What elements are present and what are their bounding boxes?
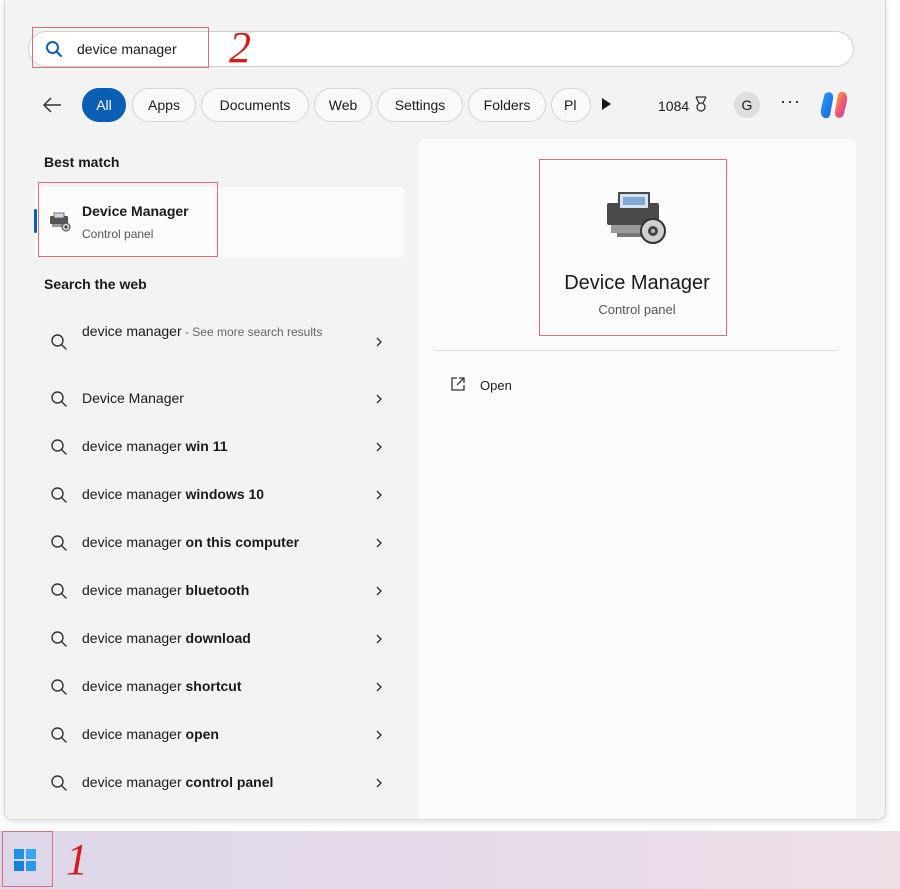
tab-all[interactable]: All bbox=[82, 88, 126, 122]
web-result-text: device manager open bbox=[82, 726, 219, 742]
web-result-bold: on this computer bbox=[185, 534, 300, 550]
annotation-box-start bbox=[2, 831, 53, 887]
chevron-right-icon bbox=[374, 334, 384, 350]
web-result-plain: device manager bbox=[82, 534, 186, 550]
tab-folders[interactable]: Folders bbox=[468, 88, 546, 122]
web-result-plain: device manager bbox=[82, 630, 186, 646]
web-result-plain: device manager bbox=[82, 438, 186, 454]
tab-web[interactable]: Web bbox=[314, 88, 372, 122]
web-result-bold: control panel bbox=[185, 774, 274, 790]
web-result-plain: device manager bbox=[82, 582, 186, 598]
chevron-right-icon bbox=[374, 487, 384, 503]
web-result-item[interactable]: device manager download bbox=[34, 617, 404, 661]
web-result-item[interactable]: device manager windows 10 bbox=[34, 473, 404, 517]
web-result-bold: bluetooth bbox=[185, 582, 250, 598]
annotation-box-search bbox=[32, 27, 209, 68]
web-result-bold: windows 10 bbox=[185, 486, 265, 502]
chevron-right-icon bbox=[374, 631, 384, 647]
chevron-right-icon bbox=[374, 727, 384, 743]
web-result-bold: open bbox=[185, 726, 219, 742]
web-result-bold: download bbox=[185, 630, 251, 646]
divider bbox=[434, 350, 838, 351]
web-result-plain: device manager bbox=[82, 486, 186, 502]
web-result-text: device manager shortcut bbox=[82, 678, 242, 694]
annotation-box-best-match bbox=[38, 182, 218, 257]
web-result-text: Device Manager bbox=[82, 390, 184, 406]
chevron-right-icon bbox=[374, 391, 384, 407]
chevron-right-icon bbox=[374, 679, 384, 695]
search-icon bbox=[50, 582, 68, 600]
web-result-bold: win 11 bbox=[185, 438, 228, 454]
web-result-item[interactable]: device manager control panel bbox=[34, 761, 404, 805]
tab-settings[interactable]: Settings bbox=[377, 88, 463, 122]
search-icon bbox=[50, 486, 68, 504]
web-result-plain: device manager bbox=[82, 726, 186, 742]
rewards-points-value: 1084 bbox=[658, 97, 690, 114]
search-icon bbox=[50, 333, 68, 351]
web-result-suffix: - See more search results bbox=[181, 325, 323, 339]
annotation-box-details bbox=[539, 159, 727, 336]
search-icon bbox=[50, 678, 68, 696]
rewards-points[interactable]: 1084 bbox=[658, 96, 709, 115]
open-label: Open bbox=[480, 377, 512, 393]
web-result-text: device manager control panel bbox=[82, 774, 273, 790]
web-result-text: device manager download bbox=[82, 630, 251, 646]
search-icon bbox=[50, 726, 68, 744]
chevron-right-icon bbox=[374, 439, 384, 455]
web-result-plain: device manager bbox=[82, 774, 186, 790]
open-external-icon bbox=[450, 376, 466, 395]
web-result-text: device manager on this computer bbox=[82, 534, 299, 550]
tab-photos[interactable]: Pl bbox=[551, 88, 591, 122]
scroll-tabs-right-icon[interactable] bbox=[600, 97, 612, 116]
web-result-plain: device manager bbox=[82, 678, 186, 694]
search-web-heading: Search the web bbox=[44, 276, 147, 292]
web-result-item[interactable]: device manager bluetooth bbox=[34, 569, 404, 613]
chevron-right-icon bbox=[374, 775, 384, 791]
taskbar bbox=[0, 831, 900, 889]
back-arrow-icon[interactable] bbox=[40, 93, 64, 117]
annotation-step-2: 2 bbox=[229, 23, 251, 72]
web-result-bold: shortcut bbox=[185, 678, 242, 694]
web-result-item[interactable]: device manager on this computer bbox=[34, 521, 404, 565]
filter-row: All Apps Documents Web Settings Folders … bbox=[40, 87, 860, 123]
avatar[interactable]: G bbox=[734, 92, 760, 118]
search-icon bbox=[50, 630, 68, 648]
tab-documents[interactable]: Documents bbox=[201, 88, 309, 122]
web-result-item[interactable]: device manager - See more search results bbox=[34, 314, 404, 370]
web-result-plain: Device Manager bbox=[82, 390, 184, 406]
web-result-item[interactable]: device manager shortcut bbox=[34, 665, 404, 709]
web-result-text: device manager - See more search results bbox=[82, 320, 342, 343]
web-result-item[interactable]: device manager win 11 bbox=[34, 425, 404, 469]
copilot-icon[interactable] bbox=[816, 87, 852, 123]
selection-indicator bbox=[34, 209, 37, 233]
best-match-heading: Best match bbox=[44, 154, 120, 170]
open-action[interactable]: Open bbox=[450, 373, 512, 397]
medal-icon bbox=[693, 96, 709, 115]
web-result-text: device manager bluetooth bbox=[82, 582, 249, 598]
more-options-button[interactable]: ··· bbox=[780, 91, 801, 112]
web-result-item[interactable]: device manager open bbox=[34, 713, 404, 757]
web-result-text: device manager windows 10 bbox=[82, 486, 264, 502]
tab-apps[interactable]: Apps bbox=[132, 88, 196, 122]
search-icon bbox=[50, 534, 68, 552]
search-icon bbox=[50, 390, 68, 408]
search-icon bbox=[50, 774, 68, 792]
web-result-plain: device manager bbox=[82, 323, 182, 339]
search-icon bbox=[50, 438, 68, 456]
chevron-right-icon bbox=[374, 535, 384, 551]
web-result-item[interactable]: Device Manager bbox=[34, 377, 404, 421]
chevron-right-icon bbox=[374, 583, 384, 599]
web-result-text: device manager win 11 bbox=[82, 438, 228, 454]
annotation-step-1: 1 bbox=[66, 835, 88, 884]
